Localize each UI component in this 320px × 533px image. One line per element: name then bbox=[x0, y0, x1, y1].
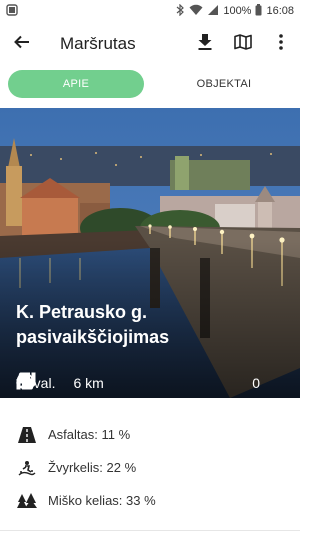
tab-apie[interactable]: APIE bbox=[8, 70, 144, 98]
distance-stat: 6 km bbox=[16, 372, 104, 391]
map-button[interactable] bbox=[224, 22, 262, 66]
back-arrow-icon bbox=[14, 34, 30, 55]
surface-label: Žvyrkelis: 22 % bbox=[48, 460, 137, 475]
more-options-button[interactable] bbox=[262, 22, 300, 66]
divider bbox=[0, 530, 300, 531]
surface-list: Asfaltas: 11 % Žvyrkelis: 22 % Miško kel… bbox=[0, 418, 300, 517]
more-vert-icon bbox=[279, 33, 283, 55]
tab-objektai[interactable]: OBJEKTAI bbox=[156, 70, 292, 98]
gravel-icon bbox=[16, 459, 38, 477]
battery-icon bbox=[255, 3, 262, 19]
app-bar: Maršrutas bbox=[0, 22, 300, 66]
signal-icon bbox=[207, 4, 219, 19]
cityscape-photo bbox=[0, 108, 300, 398]
clock-time: 16:08 bbox=[266, 5, 294, 17]
map-icon bbox=[234, 33, 252, 55]
back-button[interactable] bbox=[0, 22, 44, 66]
screenshot-icon bbox=[6, 3, 18, 19]
road-icon bbox=[16, 426, 38, 444]
status-bar: 100% 16:08 bbox=[0, 0, 300, 22]
page-title: Maršrutas bbox=[60, 34, 136, 53]
list-item: Miško kelias: 33 % bbox=[0, 484, 300, 517]
route-stats: 9 val. 6 km 0 bbox=[16, 372, 284, 394]
surface-label: Asfaltas: 11 % bbox=[48, 427, 131, 442]
battery-percent: 100% bbox=[223, 5, 252, 17]
list-item: Žvyrkelis: 22 % bbox=[0, 451, 300, 484]
forest-icon bbox=[16, 492, 38, 510]
list-item: Asfaltas: 11 % bbox=[0, 418, 300, 451]
tab-bar: APIE OBJEKTAI bbox=[0, 70, 300, 104]
rating-controls: 0 bbox=[16, 372, 284, 391]
surface-label: Miško kelias: 33 % bbox=[48, 493, 156, 508]
likes-count: 0 bbox=[252, 375, 260, 391]
wifi-icon bbox=[189, 4, 203, 19]
route-title: K. Petrausko g. pasivaikščiojimas bbox=[16, 302, 170, 347]
download-button[interactable] bbox=[186, 22, 224, 66]
distance-value: 6 km bbox=[73, 375, 104, 391]
route-hero[interactable]: K. Petrausko g. pasivaikščiojimas 9 val.… bbox=[0, 108, 300, 398]
download-icon bbox=[198, 33, 212, 55]
bluetooth-icon bbox=[176, 3, 185, 19]
